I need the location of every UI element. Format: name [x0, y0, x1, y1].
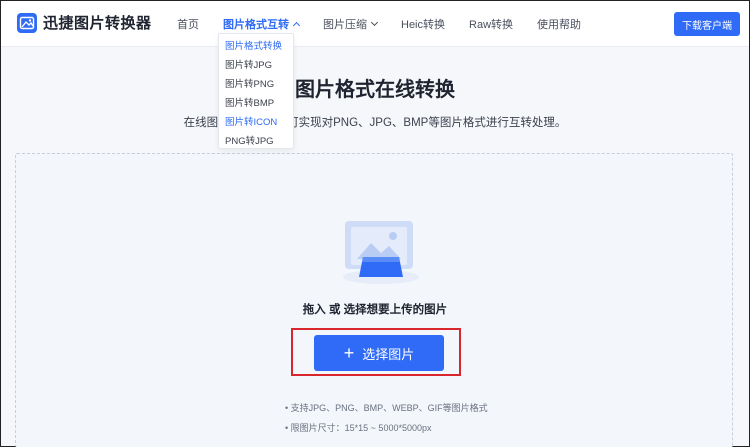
upload-image-icon: [343, 221, 419, 284]
nav-item-help[interactable]: 使用帮助: [537, 16, 581, 32]
nav-item-label: 使用帮助: [537, 19, 582, 31]
dropdown-item-to-icon[interactable]: 图片转ICON: [219, 113, 293, 132]
nav-item-raw[interactable]: Raw转换: [469, 16, 513, 32]
chevron-up-icon: [292, 21, 301, 30]
nav-item-heic[interactable]: Heic转换: [401, 16, 445, 32]
dropdown-item-to-jpg[interactable]: 图片转JPG: [219, 56, 293, 75]
chevron-down-icon: [370, 18, 379, 27]
drop-instruction: 拖入 或 选择想要上传的图片: [302, 304, 448, 316]
page-title: 图片格式在线转换: [295, 79, 455, 101]
dropdown-item-png-to-jpg[interactable]: PNG转JPG: [219, 132, 293, 151]
nav-item-label: 图片压缩: [323, 19, 367, 31]
logo[interactable]: 迅捷图片转换器: [17, 12, 152, 33]
nav-item-compress[interactable]: 图片压缩: [323, 16, 379, 32]
dropdown-item-to-png[interactable]: 图片转PNG: [219, 75, 293, 94]
download-client-button[interactable]: 下载客户端: [674, 12, 740, 36]
nav-item-label: Heic转换: [401, 19, 446, 31]
note-supported-formats: • 支持JPG、PNG、BMP、WEBP、GIF等图片格式: [285, 403, 488, 413]
choose-image-label: 选择图片: [362, 346, 415, 362]
dropdown-item-format-convert[interactable]: 图片格式转换: [219, 37, 293, 56]
nav-item-home[interactable]: 首页: [177, 16, 199, 32]
plus-icon: +: [343, 343, 355, 363]
page-subtitle: 在线图片格式转换，可实现对PNG、JPG、BMP等图片格式进行互转处理。: [183, 117, 567, 129]
nav-item-format-convert[interactable]: 图片格式互转: [223, 16, 301, 32]
dropdown-item-to-bmp[interactable]: 图片转BMP: [219, 94, 293, 113]
note-size-limit: • 限图片尺寸：15*15 ~ 5000*5000px: [285, 423, 432, 433]
choose-image-button[interactable]: + 选择图片: [314, 335, 444, 371]
logo-text: 迅捷图片转换器: [43, 15, 152, 32]
format-dropdown-menu: 图片格式转换 图片转JPG 图片转PNG 图片转BMP 图片转ICON PNG转…: [218, 33, 294, 149]
nav-item-label: 图片格式互转: [223, 19, 289, 31]
top-header: 迅捷图片转换器 首页 图片格式互转 图片压缩 Heic转换 Raw转换 使用帮助…: [1, 1, 749, 47]
logo-icon: [17, 12, 37, 33]
nav-item-label: Raw转换: [469, 19, 514, 31]
nav-item-label: 首页: [177, 19, 199, 31]
